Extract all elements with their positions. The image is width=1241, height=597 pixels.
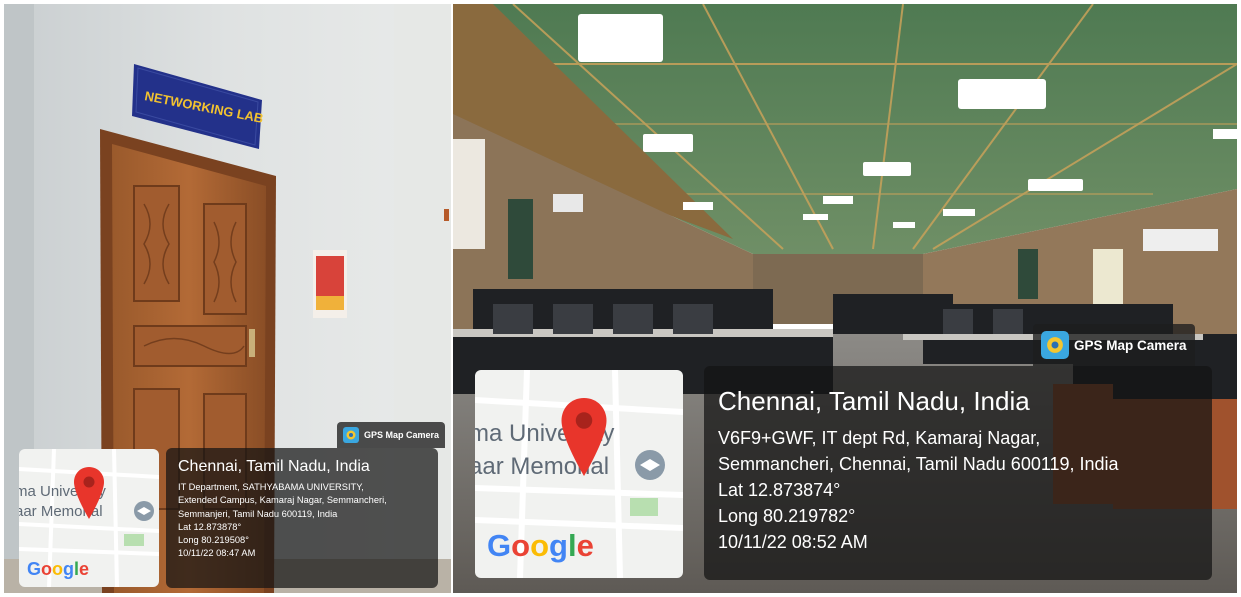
- photo-computer-lab-interior: GPS Map Camera ma University aar Memoria…: [453, 4, 1237, 593]
- gps-map-camera-badge: GPS Map Camera: [1033, 324, 1195, 366]
- address-line-3: Semmanjeri, Tamil Nadu 600119, India: [178, 508, 338, 519]
- address-line-1: IT Department, SATHYABAMA UNIVERSITY,: [178, 482, 364, 492]
- location-pin-icon: [74, 467, 104, 519]
- gps-map-camera-icon: [343, 427, 359, 443]
- photo-networking-lab-door: NETWORKING LAB GPS Map Camera ma Univers…: [4, 4, 451, 593]
- location-title: Chennai, Tamil Nadu, India: [718, 386, 1030, 416]
- latitude: Lat 12.873874°: [718, 480, 841, 500]
- location-info-panel: Chennai, Tamil Nadu, India IT Department…: [166, 448, 438, 588]
- address-line-2: Extended Campus, Kamaraj Nagar, Semmanch…: [178, 495, 387, 506]
- gps-map-camera-badge: GPS Map Camera: [337, 422, 446, 448]
- timestamp: 10/11/22 08:52 AM: [718, 532, 868, 552]
- badge-label: GPS Map Camera: [364, 430, 440, 440]
- timestamp: 10/11/22 08:47 AM: [178, 548, 256, 559]
- google-logo: Google: [487, 528, 594, 563]
- wall-poster: [313, 250, 347, 318]
- gps-map-camera-icon: [1041, 331, 1069, 359]
- longitude: Long 80.219782°: [718, 506, 856, 526]
- location-map-thumbnail: ma University aar Memorial Google: [475, 370, 683, 578]
- google-logo: Google: [27, 559, 90, 579]
- address-line-1: V6F9+GWF, IT dept Rd, Kamaraj Nagar,: [718, 428, 1041, 448]
- location-info-panel: Chennai, Tamil Nadu, India V6F9+GWF, IT …: [704, 366, 1212, 580]
- location-title: Chennai, Tamil Nadu, India: [178, 458, 370, 475]
- address-line-2: Semmancheri, Chennai, Tamil Nadu 600119,…: [718, 454, 1119, 474]
- location-pin-icon: [561, 398, 607, 476]
- latitude: Lat 12.873878°: [178, 521, 242, 532]
- longitude: Long 80.219508°: [178, 535, 249, 546]
- badge-label: GPS Map Camera: [1074, 337, 1187, 353]
- location-map-thumbnail: ma University aar Memorial Google: [19, 449, 159, 587]
